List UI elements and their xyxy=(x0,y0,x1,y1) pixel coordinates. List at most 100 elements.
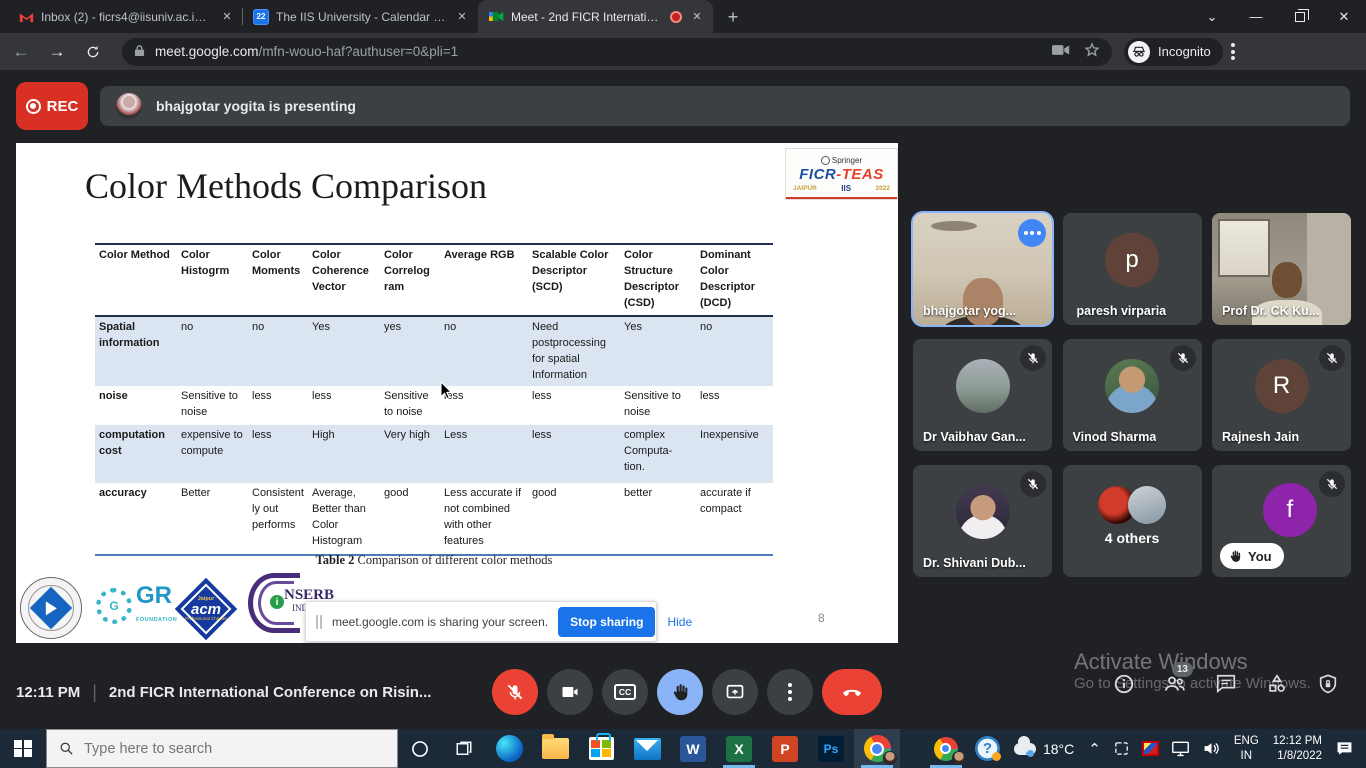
close-window-button[interactable]: ✕ xyxy=(1322,0,1366,33)
reload-button[interactable] xyxy=(78,37,108,67)
weather-cloud-icon xyxy=(1014,743,1036,755)
header-cell: Color Method xyxy=(95,244,177,316)
tile-you[interactable]: f You xyxy=(1212,465,1351,577)
conference-year: 2022 xyxy=(876,185,890,192)
start-button[interactable] xyxy=(0,729,46,768)
hide-link[interactable]: Hide xyxy=(667,615,692,629)
taskbar-word[interactable]: W xyxy=(670,729,716,768)
tile-vaibhav[interactable]: Dr Vaibhav Gan... xyxy=(913,339,1052,451)
tray-time: 12:12 PM xyxy=(1273,734,1322,748)
tile-prof-ck[interactable]: Prof Dr. CK Ku... xyxy=(1212,213,1351,325)
present-button[interactable] xyxy=(712,669,758,715)
tile-bhajgotar-yogita[interactable]: bhajgotar yog... xyxy=(913,213,1052,325)
taskbar-photoshop[interactable]: Ps xyxy=(808,729,854,768)
network-display-icon[interactable] xyxy=(1165,729,1196,768)
tab-close-icon[interactable]: ✕ xyxy=(219,9,235,25)
taskbar-edge[interactable] xyxy=(486,729,532,768)
windows-taskbar: W X P Ps ? 18°C ⌃ ENG IN xyxy=(0,729,1366,768)
mail-icon xyxy=(634,738,661,760)
new-tab-button[interactable]: + xyxy=(719,3,747,31)
address-bar[interactable]: meet.google.com/mfn-wouo-haf?authuser=0&… xyxy=(122,38,1112,66)
incognito-badge[interactable]: Incognito xyxy=(1124,38,1223,66)
tab-meet-active[interactable]: Meet - 2nd FICR Internationa ✕ xyxy=(478,0,713,33)
taskbar-mail[interactable] xyxy=(624,729,670,768)
help-app-button[interactable]: ? xyxy=(969,729,1006,768)
cortana-button[interactable] xyxy=(398,729,442,768)
tab-calendar[interactable]: 22 The IIS University - Calendar - We ✕ xyxy=(243,0,478,33)
tab-close-icon[interactable]: ✕ xyxy=(454,9,470,25)
tile-rajnesh[interactable]: R Rajnesh Jain xyxy=(1212,339,1351,451)
raise-hand-button[interactable] xyxy=(657,669,703,715)
tile-paresh-virparia[interactable]: p paresh virparia xyxy=(1063,213,1202,325)
system-tray: ? 18°C ⌃ ENG IN 12:12 PM 1/8/2022 xyxy=(923,729,1366,768)
browser-menu-button[interactable] xyxy=(1231,43,1235,60)
window-controls: ⌄ — ✕ xyxy=(1190,0,1366,33)
activities-button[interactable] xyxy=(1265,672,1289,696)
header-cell: Color Coherence Vector xyxy=(308,244,380,316)
taskbar-search[interactable] xyxy=(46,729,398,768)
avatar: f xyxy=(1263,483,1317,537)
taskbar-chrome-active[interactable] xyxy=(854,729,900,768)
meeting-clock: 12:11 PM xyxy=(16,684,80,701)
more-options-button[interactable] xyxy=(767,669,813,715)
language-indicator[interactable]: ENG IN xyxy=(1227,734,1266,763)
meeting-details-button[interactable] xyxy=(1112,672,1136,696)
table-row: noise Sensitive to noise less less Sensi… xyxy=(95,386,773,425)
drag-handle-icon[interactable] xyxy=(316,615,322,629)
tile-others[interactable]: 4 others xyxy=(1063,465,1202,577)
end-call-button[interactable] xyxy=(822,669,882,715)
minimize-button[interactable]: — xyxy=(1234,0,1278,33)
restore-button[interactable] xyxy=(1278,0,1322,33)
clock-widget[interactable]: 12:12 PM 1/8/2022 xyxy=(1266,734,1329,763)
rec-label: REC xyxy=(47,98,79,115)
taskbar-chrome-secondary[interactable] xyxy=(923,729,969,768)
table-row: Spatial information no no Yes yes no Nee… xyxy=(95,316,773,386)
tile-menu-button[interactable] xyxy=(1018,219,1046,247)
tray-app-icon[interactable] xyxy=(1136,729,1165,768)
tab-title: Inbox (2) - ficrs4@iisuniv.ac.in - T xyxy=(41,10,212,24)
notification-center-button[interactable] xyxy=(1329,729,1366,768)
media-camera-indicator-icon[interactable] xyxy=(1052,43,1070,60)
others-count-label: 4 others xyxy=(1063,530,1202,546)
tray-expand-button[interactable]: ⌃ xyxy=(1082,729,1107,768)
mic-toggle-button[interactable] xyxy=(492,669,538,715)
tablet-mode-icon[interactable] xyxy=(1107,729,1136,768)
meet-main-area: Color Methods Comparison Springer FICR-T… xyxy=(0,140,1366,655)
forward-button[interactable]: → xyxy=(42,37,72,67)
participant-name: Dr. Shivani Dub... xyxy=(923,556,1026,570)
share-message: meet.google.com is sharing your screen. xyxy=(332,615,548,629)
chat-button[interactable] xyxy=(1214,672,1238,696)
search-input[interactable] xyxy=(84,741,354,757)
weather-widget[interactable]: 18°C xyxy=(1006,741,1082,757)
tab-gmail[interactable]: Inbox (2) - ficrs4@iisuniv.ac.in - T ✕ xyxy=(8,0,243,33)
browser-menu-chevron-icon[interactable]: ⌄ xyxy=(1190,0,1234,33)
host-controls-button[interactable] xyxy=(1316,672,1340,696)
mouse-cursor xyxy=(440,381,453,405)
participants-button[interactable]: 13 xyxy=(1163,672,1187,696)
mic-muted-icon xyxy=(1020,345,1046,371)
tile-vinod[interactable]: Vinod Sharma xyxy=(1063,339,1202,451)
stop-sharing-button[interactable]: Stop sharing xyxy=(558,607,655,637)
volume-icon[interactable] xyxy=(1196,729,1227,768)
tile-shivani[interactable]: Dr. Shivani Dub... xyxy=(913,465,1052,577)
folder-icon xyxy=(542,738,569,759)
avatar: p xyxy=(1105,233,1159,287)
taskbar-file-explorer[interactable] xyxy=(532,729,578,768)
task-view-button[interactable] xyxy=(442,729,486,768)
url-domain: meet.google.com xyxy=(155,44,259,59)
taskbar-excel[interactable]: X xyxy=(716,729,762,768)
back-button[interactable]: ← xyxy=(6,37,36,67)
captions-button[interactable]: CC xyxy=(602,669,648,715)
taskbar-powerpoint[interactable]: P xyxy=(762,729,808,768)
bookmark-star-icon[interactable] xyxy=(1084,42,1100,61)
meeting-info: 12:11 PM | 2nd FICR International Confer… xyxy=(16,655,431,729)
header-cell: Average RGB xyxy=(440,244,528,316)
taskbar-store[interactable] xyxy=(578,729,624,768)
table-row: accuracy Better Consistent ly out perfor… xyxy=(95,483,773,555)
camera-toggle-button[interactable] xyxy=(547,669,593,715)
word-icon: W xyxy=(680,736,706,762)
recording-badge: REC xyxy=(16,82,88,130)
tab-close-icon[interactable]: ✕ xyxy=(689,9,705,25)
header-cell: Color Moments xyxy=(248,244,308,316)
table-row: computation cost expensive to compute le… xyxy=(95,425,773,483)
